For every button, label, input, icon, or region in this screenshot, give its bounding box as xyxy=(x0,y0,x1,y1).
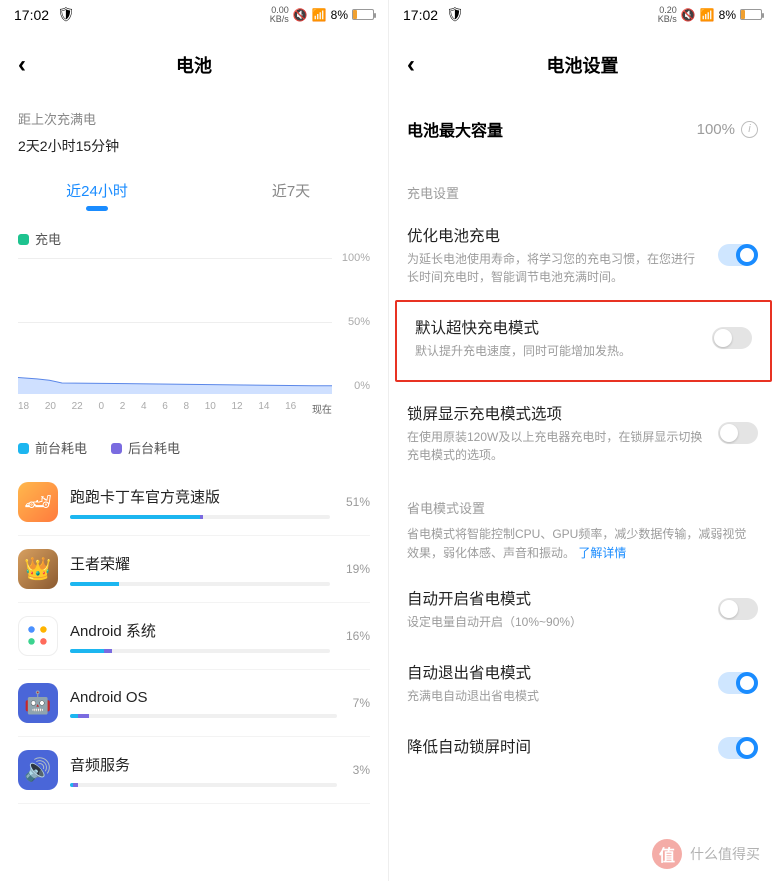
capacity-label: 电池最大容量 xyxy=(407,117,503,141)
page-title: 电池设置 xyxy=(547,52,619,78)
wifi-icon: 📶 xyxy=(700,8,715,22)
ytick-0: 0% xyxy=(354,380,370,392)
app-icon: 👑 xyxy=(18,549,58,589)
shield-icon: 🛡 xyxy=(446,6,464,23)
ytick-100: 100% xyxy=(342,252,370,264)
row-fast-charging[interactable]: 默认超快充电模式 默认提升充电速度，同时可能增加发热。 xyxy=(397,302,770,376)
shield-icon: 🛡 xyxy=(57,6,75,23)
toggle-auto-off[interactable] xyxy=(718,672,758,694)
usage-bar xyxy=(70,582,330,586)
app-row[interactable]: Android 系统 16% xyxy=(18,603,370,670)
row-auto-off[interactable]: 自动退出省电模式 充满电自动退出省电模式 xyxy=(389,647,776,721)
toggle-optimized[interactable] xyxy=(718,244,758,266)
status-bar: 17:02 🛡 0.20KB/s 🔇 📶 8% xyxy=(389,0,776,25)
opt-desc: 为延长电池使用寿命，将学习您的充电习惯，在您进行长时间充电时，智能调节电池充满时… xyxy=(407,250,706,286)
status-time: 17:02 xyxy=(403,7,438,23)
powersave-desc: 省电模式将智能控制CPU、GPU频率，减少数据传输，减弱视觉效果，弱化体感、声音… xyxy=(389,525,776,573)
app-row[interactable]: 🏎 跑跑卡丁车官方竞速版 51% xyxy=(18,469,370,536)
section-powersave: 省电模式设置 xyxy=(389,480,776,525)
app-name: 王者荣耀 xyxy=(70,553,330,574)
battery-icon xyxy=(352,9,374,20)
info-icon[interactable]: i xyxy=(741,121,758,138)
legend-bg: 后台耗电 xyxy=(111,438,180,457)
section-charging: 充电设置 xyxy=(389,165,776,210)
legend-usage: 前台耗电 后台耗电 xyxy=(0,416,388,469)
usage-bar xyxy=(70,649,330,653)
app-pct: 7% xyxy=(353,696,370,710)
app-icon: 🏎 xyxy=(18,482,58,522)
app-list: 🏎 跑跑卡丁车官方竞速版 51% 👑 王者荣耀 19% Android 系统 16% 🤖 Andr… xyxy=(0,469,388,804)
app-name: Android 系统 xyxy=(70,620,330,641)
status-bar: 17:02 🛡 0.00KB/s 🔇 📶 8% xyxy=(0,0,388,25)
wifi-icon: 📶 xyxy=(312,8,327,22)
app-pct: 16% xyxy=(346,629,370,643)
mute-icon: 🔇 xyxy=(681,8,696,22)
tab-7d[interactable]: 近7天 xyxy=(194,170,388,215)
toggle-lower-lock[interactable] xyxy=(718,737,758,759)
battery-settings-screen: 17:02 🛡 0.20KB/s 🔇 📶 8% ‹ 电池设置 电池最大容量 10… xyxy=(388,0,776,881)
capacity-value: 100% xyxy=(697,121,735,138)
autooff-desc: 充满电自动退出省电模式 xyxy=(407,687,706,705)
highlight-box: 默认超快充电模式 默认提升充电速度，同时可能增加发热。 xyxy=(395,300,772,382)
legend-fg: 前台耗电 xyxy=(18,438,87,457)
app-icon: 🤖 xyxy=(18,683,58,723)
since-label: 距上次充满电 xyxy=(0,97,388,128)
row-optimized-charging[interactable]: 优化电池充电 为延长电池使用寿命，将学习您的充电习惯，在您进行长时间充电时，智能… xyxy=(389,210,776,302)
status-batt-pct: 8% xyxy=(331,8,348,22)
app-pct: 3% xyxy=(353,763,370,777)
app-row[interactable]: 👑 王者荣耀 19% xyxy=(18,536,370,603)
toggle-fast[interactable] xyxy=(712,327,752,349)
app-pct: 19% xyxy=(346,562,370,576)
learn-more-link[interactable]: 了解详情 xyxy=(578,546,626,560)
app-name: 音频服务 xyxy=(70,754,337,775)
watermark: 值 什么值得买 xyxy=(652,839,760,869)
tab-24h[interactable]: 近24小时 xyxy=(0,170,194,215)
nav-header: ‹ 电池 xyxy=(0,25,388,97)
usage-bar xyxy=(70,783,337,787)
legend-charge: 充电 xyxy=(0,215,388,256)
battery-chart[interactable]: 100% 50% 0% 1820 220 24 68 1012 1416 现在 xyxy=(18,256,370,416)
app-name: Android OS xyxy=(70,689,337,706)
status-batt-pct: 8% xyxy=(719,8,736,22)
fast-title: 默认超快充电模式 xyxy=(415,316,700,338)
app-row[interactable]: 🤖 Android OS 7% xyxy=(18,670,370,737)
net-speed: 0.20KB/s xyxy=(658,6,677,22)
battery-icon xyxy=(740,9,762,20)
toggle-lockscreen[interactable] xyxy=(718,422,758,444)
fast-desc: 默认提升充电速度，同时可能增加发热。 xyxy=(415,342,700,360)
app-icon: 🔊 xyxy=(18,750,58,790)
ytick-50: 50% xyxy=(348,316,370,328)
since-value: 2天2小时15分钟 xyxy=(0,128,388,170)
status-time: 17:02 xyxy=(14,7,49,23)
x-axis: 1820 220 24 68 1012 1416 现在 xyxy=(18,401,332,416)
page-title: 电池 xyxy=(176,52,212,78)
row-lower-lock[interactable]: 降低自动锁屏时间 xyxy=(389,721,776,765)
toggle-auto-on[interactable] xyxy=(718,598,758,620)
nav-header: ‹ 电池设置 xyxy=(389,25,776,97)
row-auto-on[interactable]: 自动开启省电模式 设定电量自动开启（10%~90%） xyxy=(389,573,776,647)
opt-title: 优化电池充电 xyxy=(407,224,706,246)
lock-title: 锁屏显示充电模式选项 xyxy=(407,402,706,424)
back-button[interactable]: ‹ xyxy=(18,51,26,79)
watermark-icon: 值 xyxy=(652,839,682,869)
app-icon xyxy=(18,616,58,656)
net-speed: 0.00KB/s xyxy=(270,6,289,22)
autooff-title: 自动退出省电模式 xyxy=(407,661,706,683)
app-row[interactable]: 🔊 音频服务 3% xyxy=(18,737,370,804)
autoon-title: 自动开启省电模式 xyxy=(407,587,706,609)
app-pct: 51% xyxy=(346,495,370,509)
row-lockscreen-mode[interactable]: 锁屏显示充电模式选项 在使用原装120W及以上充电器充电时，在锁屏显示切换充电模… xyxy=(389,388,776,480)
usage-bar xyxy=(70,515,330,519)
mute-icon: 🔇 xyxy=(293,8,308,22)
usage-bar xyxy=(70,714,337,718)
back-button[interactable]: ‹ xyxy=(407,51,415,79)
lower-title: 降低自动锁屏时间 xyxy=(407,735,706,757)
capacity-row[interactable]: 电池最大容量 100% i xyxy=(389,97,776,165)
battery-screen: 17:02 🛡 0.00KB/s 🔇 📶 8% ‹ 电池 距上次充满电 2天2小… xyxy=(0,0,388,881)
app-name: 跑跑卡丁车官方竞速版 xyxy=(70,486,330,507)
autoon-desc: 设定电量自动开启（10%~90%） xyxy=(407,613,706,631)
time-tabs: 近24小时 近7天 xyxy=(0,170,388,215)
lock-desc: 在使用原装120W及以上充电器充电时，在锁屏显示切换充电模式的选项。 xyxy=(407,428,706,464)
